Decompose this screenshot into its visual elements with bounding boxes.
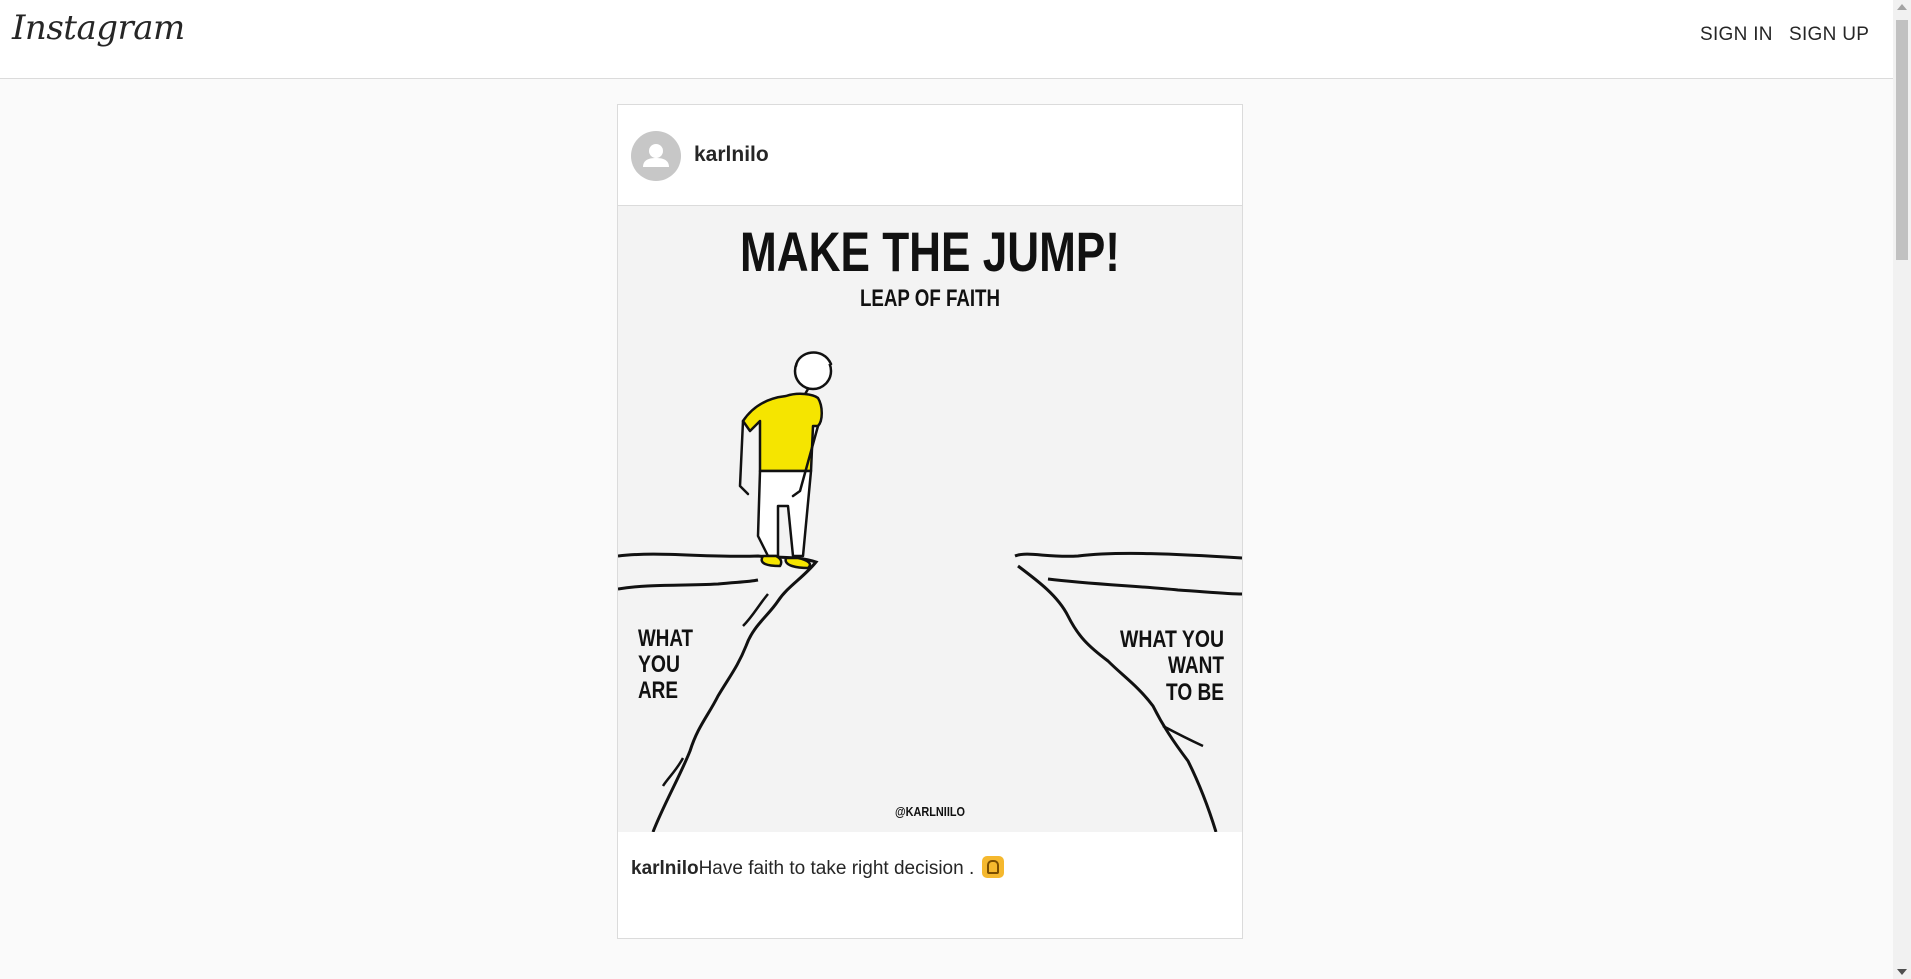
image-subtitle: LEAP OF FAITH	[860, 285, 1000, 312]
right-label-line-2: WANT	[1168, 652, 1224, 679]
image-title: MAKE THE JUMP!	[740, 220, 1120, 283]
left-label-line-2: YOU	[638, 651, 680, 678]
post-caption: karlniloHave faith to take right decisio…	[631, 856, 1004, 880]
avatar[interactable]	[631, 131, 681, 181]
right-label-line-3: TO BE	[1166, 679, 1224, 706]
scrollbar-thumb[interactable]	[1896, 20, 1908, 260]
default-user-icon	[643, 144, 669, 167]
caption-username[interactable]: karlnilo	[631, 858, 699, 879]
post-header: karlnilo	[618, 105, 1242, 206]
left-label-line-1: WHAT	[638, 625, 693, 652]
image-credit: @KARLNIILO	[895, 804, 965, 819]
post-username[interactable]: karlnilo	[694, 143, 769, 167]
post-card: karlnilo MAKE THE JUMP! LEAP OF FAITH WH…	[617, 104, 1243, 939]
sign-up-button[interactable]: SIGN UP	[1789, 24, 1869, 46]
instagram-logo[interactable]: Instagram	[12, 8, 185, 48]
scroll-up-icon[interactable]	[1897, 4, 1907, 10]
post-image: MAKE THE JUMP! LEAP OF FAITH WHAT YOU AR…	[618, 206, 1242, 832]
raising-hands-icon	[981, 856, 1004, 878]
page-scrollbar[interactable]	[1893, 0, 1911, 979]
left-label-line-3: ARE	[638, 677, 678, 704]
sign-in-button[interactable]: SIGN IN	[1700, 24, 1773, 46]
scroll-down-icon[interactable]	[1897, 969, 1907, 975]
top-navbar: Instagram SIGN IN SIGN UP	[0, 0, 1893, 79]
caption-text: Have faith to take right decision .	[698, 858, 975, 879]
right-label-line-1: WHAT YOU	[1120, 626, 1224, 653]
